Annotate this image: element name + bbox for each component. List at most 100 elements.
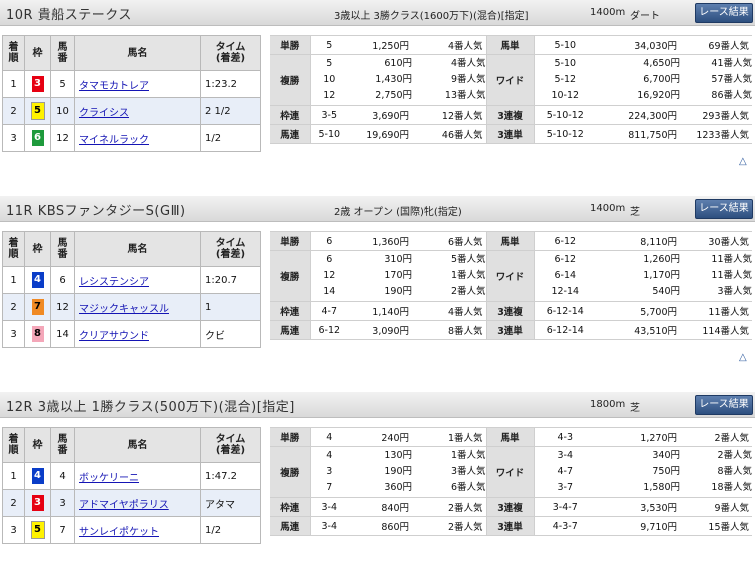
umatan-amount: 1,270円: [596, 427, 680, 447]
race-surface: ダート: [630, 11, 660, 22]
rank: 1: [2, 462, 25, 490]
sanrentan-amount: 43,510円: [596, 320, 680, 340]
wakuren-label: 枠連: [270, 105, 311, 125]
col-rank: 着 順: [2, 231, 25, 267]
payout-row-wakuren-sanrenpuku: 枠連 3-4 840円 2番人気 3連複 3-4-7 3,530円 9番人気: [270, 497, 752, 517]
umaban: 6: [50, 266, 75, 294]
result-row: 3 5 7 サンレイポケット 1/2: [2, 516, 261, 544]
col-time: タイム (着差): [200, 427, 261, 463]
umatan-label: 馬単: [485, 427, 535, 447]
sanrenpuku-combo: 5-10-12: [534, 105, 596, 125]
umaren-combo: 3-4: [310, 516, 348, 536]
fukusho-combo: 7: [326, 482, 333, 493]
race-header: 11R KBSファンタジーS(GⅢ) 2歳 オープン (国際)牝(指定) 140…: [0, 196, 755, 222]
race-distance: 1800m: [590, 399, 626, 410]
payout-row-wakuren-sanrenpuku: 枠連 3-5 3,690円 12番人気 3連複 5-10-12 224,300円…: [270, 105, 752, 125]
wide-combo: 6-12: [554, 254, 577, 265]
wide-label: ワイド: [485, 250, 535, 302]
result-row: 2 3 3 アドマイヤポラリス アタマ: [2, 489, 261, 517]
wakuren-pop: 12番人気: [412, 105, 486, 125]
wide-pop: 41番人気: [711, 58, 752, 69]
finish-time: 1/2: [200, 124, 261, 152]
horse-name-link[interactable]: タマモカトレア: [79, 81, 149, 92]
race-distance: 1400m: [590, 203, 626, 214]
umatan-pop: 30番人気: [680, 231, 752, 251]
result-table: 着 順 枠 馬 番 馬名 タイム (着差) 1 4 4 ボッケリーニ 1:47.…: [2, 427, 261, 544]
wide-combo: 5-12: [554, 74, 577, 85]
race-result-button[interactable]: レース結果: [695, 199, 753, 219]
result-table: 着 順 枠 馬 番 馬名 タイム (着差) 1 3 5 タマモカトレア 1:23…: [2, 35, 261, 152]
col-rank: 着 順: [2, 427, 25, 463]
col-waku: 枠: [24, 35, 51, 71]
wakuren-combo: 3-4: [310, 497, 348, 517]
horse-name-link[interactable]: クリアサウンド: [79, 331, 149, 342]
umaban: 12: [50, 124, 75, 152]
wide-combo: 6-14: [554, 270, 577, 281]
umaban: 12: [50, 293, 75, 321]
wide-pop: 8番人気: [717, 466, 752, 477]
payout-row-umaren-sanrentan: 馬連 5-10 19,690円 46番人気 3連単 5-10-12 811,75…: [270, 124, 752, 144]
result-row: 1 4 6 レシステンシア 1:20.7: [2, 266, 261, 294]
sanrentan-amount: 811,750円: [596, 124, 680, 144]
fukusho-amount: 170円: [384, 270, 412, 281]
sanrentan-label: 3連単: [485, 516, 535, 536]
umaren-label: 馬連: [270, 124, 311, 144]
finish-time: 1:47.2: [200, 462, 261, 490]
tansho-amount: 1,250円: [348, 35, 412, 55]
race-result-button[interactable]: レース結果: [695, 3, 753, 23]
rank: 3: [2, 124, 25, 152]
tansho-combo: 4: [310, 427, 348, 447]
umaren-label: 馬連: [270, 516, 311, 536]
finish-time: 1: [200, 293, 261, 321]
result-row: 1 3 5 タマモカトレア 1:23.2: [2, 70, 261, 98]
finish-time: 1/2: [200, 516, 261, 544]
fukusho-pop: 3番人気: [450, 466, 486, 477]
wide-combo: 3-4: [557, 450, 574, 461]
sanrentan-label: 3連単: [485, 320, 535, 340]
payout-table: 単勝 6 1,360円 6番人気 馬単 6-12 8,110円 30番人気 複勝…: [270, 231, 752, 340]
horse-name-link[interactable]: レシステンシア: [79, 277, 149, 288]
race-result-button[interactable]: レース結果: [695, 395, 753, 415]
payout-row-tansho-umatan: 単勝 5 1,250円 4番人気 馬単 5-10 34,030円 69番人気: [270, 35, 752, 55]
horse-name-link[interactable]: ボッケリーニ: [79, 473, 139, 484]
horse-name-link[interactable]: マジックキャッスル: [79, 304, 169, 315]
wakuren-label: 枠連: [270, 497, 311, 517]
sanrentan-combo: 4-3-7: [534, 516, 596, 536]
umaren-amount: 860円: [348, 516, 412, 536]
tansho-label: 単勝: [270, 35, 311, 55]
fukusho-label: 複勝: [270, 446, 311, 498]
sanrenpuku-combo: 6-12-14: [534, 301, 596, 321]
rank: 2: [2, 293, 25, 321]
fukusho-amount: 190円: [384, 466, 412, 477]
wide-pop: 57番人気: [711, 74, 752, 85]
sanrenpuku-amount: 224,300円: [596, 105, 680, 125]
umatan-pop: 2番人気: [680, 427, 752, 447]
fukusho-combo: 12: [323, 90, 336, 101]
tansho-pop: 1番人気: [412, 427, 486, 447]
fukusho-amount: 130円: [384, 450, 412, 461]
fukusho-amount: 2,750円: [375, 90, 412, 101]
umaren-pop: 8番人気: [412, 320, 486, 340]
rank: 2: [2, 489, 25, 517]
page-top-icon[interactable]: △: [739, 156, 747, 167]
payout-row-tansho-umatan: 単勝 6 1,360円 6番人気 馬単 6-12 8,110円 30番人気: [270, 231, 752, 251]
sanrentan-combo: 6-12-14: [534, 320, 596, 340]
page-top-icon[interactable]: △: [739, 352, 747, 363]
col-horse-name: 馬名: [74, 427, 201, 463]
race-section-2: 12R 3歳以上 1勝クラス(500万下)(混合)[指定] 1800m 芝 レー…: [0, 392, 755, 588]
fukusho-combo: 10: [323, 74, 336, 85]
umaban: 10: [50, 97, 75, 125]
wide-pop: 3番人気: [717, 286, 752, 297]
result-row: 2 5 10 クライシス 2 1/2: [2, 97, 261, 125]
horse-name-link[interactable]: アドマイヤポラリス: [79, 500, 169, 511]
col-horse-name: 馬名: [74, 231, 201, 267]
finish-time: 1:20.7: [200, 266, 261, 294]
payout-row-fukusho-wide: 複勝 6 12 14 310円 170円 190円 5番人気 1番人気 2番人気 ワイド 6…: [270, 250, 752, 302]
col-time: タイム (着差): [200, 231, 261, 267]
waku-badge: 3: [31, 76, 44, 92]
waku-badge: 4: [31, 468, 44, 484]
wide-amount: 1,170円: [643, 270, 680, 281]
fukusho-pop: 2番人気: [450, 286, 486, 297]
horse-name-link[interactable]: マイネルラック: [79, 135, 149, 146]
horse-name-link[interactable]: クライシス: [79, 108, 129, 119]
